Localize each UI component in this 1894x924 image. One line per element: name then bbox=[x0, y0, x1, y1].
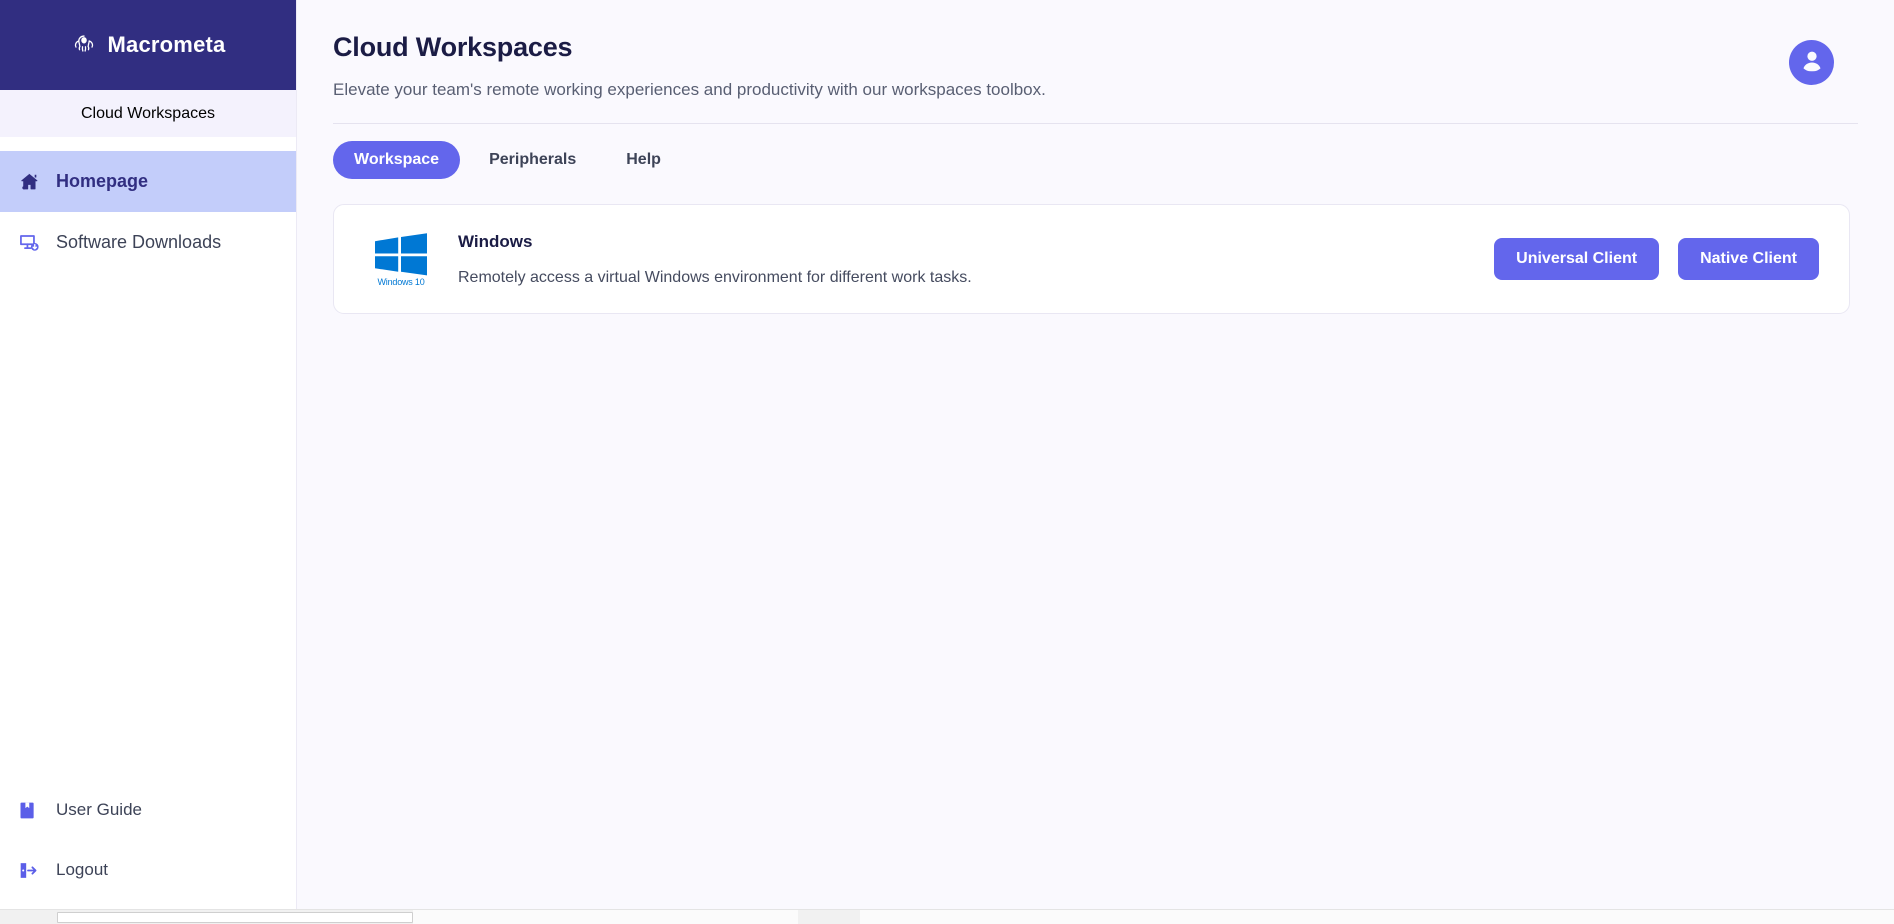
horizontal-scrollbar-thumb[interactable] bbox=[57, 912, 413, 923]
sidebar-nav-primary: Homepage Software Downloads bbox=[0, 137, 296, 273]
page-header: Cloud Workspaces Elevate your team's rem… bbox=[297, 0, 1894, 100]
tab-label: Help bbox=[626, 151, 661, 168]
tab-help[interactable]: Help bbox=[605, 141, 682, 179]
brand-name: Macrometa bbox=[107, 32, 226, 57]
avatar[interactable] bbox=[1789, 40, 1834, 85]
windows-logo-icon: Windows 10 bbox=[370, 228, 432, 290]
workspace-card-windows: Windows 10 Windows Remotely access a vir… bbox=[333, 204, 1850, 314]
tab-label: Peripherals bbox=[489, 151, 577, 168]
page-title: Cloud Workspaces bbox=[333, 32, 573, 62]
tab-workspace[interactable]: Workspace bbox=[333, 141, 461, 179]
sidebar: Macrometa Cloud Workspaces Homepage Soft… bbox=[0, 0, 297, 924]
card-description: Remotely access a virtual Windows enviro… bbox=[458, 268, 972, 286]
sidebar-item-software-downloads[interactable]: Software Downloads bbox=[0, 212, 296, 273]
windows-logo-caption: Windows 10 bbox=[377, 276, 425, 287]
main-content: Cloud Workspaces Elevate your team's rem… bbox=[297, 0, 1894, 924]
tab-bar: Workspace Peripherals Help bbox=[297, 124, 1894, 179]
sidebar-item-label: Software Downloads bbox=[56, 232, 222, 252]
tab-peripherals[interactable]: Peripherals bbox=[468, 141, 597, 179]
logout-icon bbox=[14, 857, 40, 883]
home-icon bbox=[16, 169, 42, 195]
card-actions: Universal Client Native Client bbox=[1494, 238, 1819, 280]
sidebar-section-label: Cloud Workspaces bbox=[81, 104, 215, 122]
sidebar-item-logout[interactable]: Logout bbox=[0, 840, 296, 900]
sidebar-item-homepage[interactable]: Homepage bbox=[0, 151, 296, 212]
card-title: Windows bbox=[458, 231, 533, 251]
sidebar-section-header: Cloud Workspaces bbox=[0, 90, 296, 137]
sidebar-item-label: Homepage bbox=[56, 171, 149, 191]
app-root: Macrometa Cloud Workspaces Homepage Soft… bbox=[0, 0, 1894, 924]
horizontal-scrollbar[interactable] bbox=[0, 909, 1894, 924]
monitor-download-icon bbox=[16, 230, 42, 256]
sidebar-item-label: User Guide bbox=[56, 800, 142, 819]
card-text-block: Windows Remotely access a virtual Window… bbox=[458, 232, 1494, 287]
page-subtitle: Elevate your team's remote working exper… bbox=[333, 80, 1046, 99]
native-client-button[interactable]: Native Client bbox=[1678, 238, 1819, 280]
user-avatar-icon bbox=[1797, 45, 1827, 80]
universal-client-button[interactable]: Universal Client bbox=[1494, 238, 1660, 280]
sidebar-item-user-guide[interactable]: User Guide bbox=[0, 780, 296, 840]
brand-header[interactable]: Macrometa bbox=[0, 0, 296, 90]
octopus-icon bbox=[71, 32, 97, 58]
sidebar-nav-secondary: User Guide Logout bbox=[0, 780, 296, 924]
vertical-scrollbar[interactable] bbox=[1879, 0, 1894, 908]
tab-label: Workspace bbox=[354, 151, 440, 168]
book-icon bbox=[14, 797, 40, 823]
sidebar-item-label: Logout bbox=[56, 860, 108, 879]
